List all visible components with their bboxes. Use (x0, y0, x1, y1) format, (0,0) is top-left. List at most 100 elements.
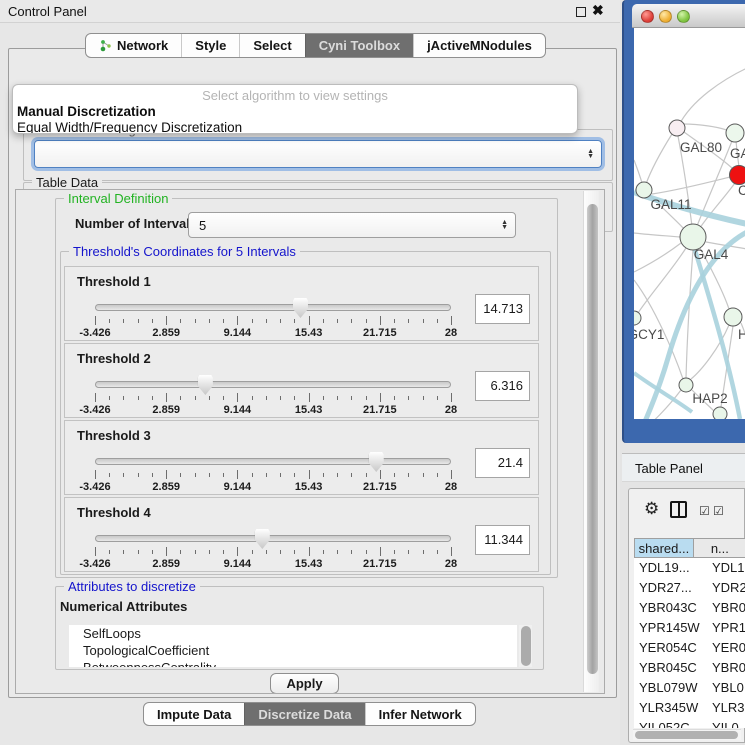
threshold-slider-1[interactable]: -3.4262.8599.14415.4321.71528 (95, 300, 451, 340)
mac-close-icon[interactable] (641, 10, 654, 23)
slider-ticks (95, 470, 451, 479)
table-hscrollbar-thumb[interactable] (635, 731, 738, 739)
tick-mark (223, 550, 224, 554)
edge[interactable] (652, 177, 730, 194)
edge[interactable] (679, 68, 745, 125)
graph-node[interactable] (634, 311, 641, 325)
tab-discretize-data[interactable]: Discretize Data (244, 703, 364, 725)
edge[interactable] (686, 250, 693, 378)
threshold-slider-3[interactable]: -3.4262.8599.14415.4321.71528 (95, 454, 451, 494)
threshold-value-field[interactable]: 11.344 (475, 525, 530, 555)
tick-mark (408, 319, 409, 323)
mac-zoom-icon[interactable] (677, 10, 690, 23)
table-row[interactable]: YBL079WYBL0 (634, 678, 745, 698)
slider-track[interactable] (95, 304, 451, 311)
tick-mark (237, 393, 238, 402)
edge[interactable] (634, 233, 680, 237)
threshold-slider-4[interactable]: -3.4262.8599.14415.4321.71528 (95, 531, 451, 571)
network-window-titlebar[interactable] (632, 4, 745, 28)
attribute-item-topologicalcoefficient[interactable]: TopologicalCoefficient (69, 642, 517, 659)
settings-scrollbar[interactable] (583, 191, 599, 692)
table-row[interactable]: YBR043CYBR0 (634, 598, 745, 618)
graph-node[interactable] (724, 308, 742, 326)
slider-thumb[interactable] (369, 452, 384, 472)
graph-node[interactable] (636, 182, 652, 198)
numerical-attributes-list[interactable]: SelfLoopsTopologicalCoefficientBetweenne… (69, 625, 517, 667)
slider-track[interactable] (95, 535, 451, 542)
table-hscrollbar[interactable] (633, 729, 741, 740)
settings-scrollbar-thumb[interactable] (587, 204, 598, 674)
number-of-intervals-select[interactable]: 5 ▲▼ (188, 212, 516, 238)
tab-jactivemnodules[interactable]: jActiveMNodules (413, 34, 545, 57)
threshold-slider-2[interactable]: -3.4262.8599.14415.4321.71528 (95, 377, 451, 417)
table-row[interactable]: YDL19...YDL1 (634, 558, 745, 578)
edge[interactable] (634, 243, 681, 272)
tick-label: 21.715 (363, 558, 397, 570)
table-row[interactable]: YER054CYER0 (634, 638, 745, 658)
tick-mark (138, 550, 139, 554)
graph-node[interactable] (726, 124, 744, 142)
tab-network[interactable]: Network (86, 34, 181, 57)
tick-mark (309, 393, 310, 402)
algorithm-option-equal-width-frequency-discretization[interactable]: Equal Width/Frequency Discretization (17, 120, 242, 134)
graph-node[interactable] (730, 166, 745, 185)
table-panel-title: Table Panel (635, 461, 703, 476)
tab-cyni-toolbox[interactable]: Cyni Toolbox (305, 34, 413, 57)
slider-thumb[interactable] (293, 298, 308, 318)
tab-infer-network[interactable]: Infer Network (365, 703, 475, 725)
edge[interactable] (646, 134, 672, 184)
tick-mark (437, 396, 438, 400)
tick-mark (423, 473, 424, 477)
mac-minimize-icon[interactable] (659, 10, 672, 23)
split-pane-icon[interactable] (670, 501, 687, 518)
combo-arrows-icon: ▲▼ (501, 220, 508, 230)
table-row[interactable]: YBR045CYBR0 (634, 658, 745, 678)
column-header-2[interactable]: n... (694, 538, 745, 558)
table-row[interactable]: YIL052CYIL0 (634, 718, 745, 728)
table-row[interactable]: YDR27...YDR2 (634, 578, 745, 598)
tick-label: 15.43 (295, 404, 323, 416)
edge[interactable] (683, 124, 729, 131)
graph-node[interactable] (669, 120, 685, 136)
tick-mark (280, 473, 281, 477)
algorithm-option-manual-discretization[interactable]: Manual Discretization (17, 104, 156, 119)
apply-button[interactable]: Apply (270, 673, 339, 694)
tab-impute-data[interactable]: Impute Data (144, 703, 244, 725)
slider-thumb[interactable] (255, 529, 270, 549)
algorithm-select[interactable]: ▲▼ (34, 140, 602, 168)
graph-node[interactable] (679, 378, 693, 392)
tick-mark (337, 396, 338, 400)
slider-tick-labels: -3.4262.8599.14415.4321.71528 (95, 481, 451, 493)
checked-checkbox-icon[interactable]: ☑ (699, 504, 710, 518)
graph-node[interactable] (713, 407, 727, 419)
threshold-value-field[interactable]: 21.4 (475, 448, 530, 478)
tab-label: jActiveMNodules (427, 38, 532, 53)
threshold-value-field[interactable]: 14.713 (475, 294, 530, 324)
attributes-scrollbar[interactable] (519, 625, 532, 667)
tab-select[interactable]: Select (239, 34, 304, 57)
attribute-item-selfloops[interactable]: SelfLoops (69, 625, 517, 642)
algorithm-dropdown-popup: Select algorithm to view settings Manual… (12, 84, 578, 134)
slider-track[interactable] (95, 381, 451, 388)
tick-mark (380, 470, 381, 479)
tick-mark (366, 319, 367, 323)
table-row[interactable]: YPR145WYPR1 (634, 618, 745, 638)
table-cell: YBR0 (707, 598, 745, 618)
checked-checkbox-icon[interactable]: ☑ (713, 504, 724, 518)
slider-track[interactable] (95, 458, 451, 465)
close-icon[interactable]: ✖ (592, 2, 604, 19)
number-of-intervals-value: 5 (199, 218, 206, 233)
gear-icon[interactable]: ⚙ (644, 499, 659, 519)
table-row[interactable]: YLR345WYLR3 (634, 698, 745, 718)
threshold-value-field[interactable]: 6.316 (475, 371, 530, 401)
slider-thumb[interactable] (198, 375, 213, 395)
column-header-1[interactable]: shared... (634, 538, 694, 558)
edge[interactable] (638, 248, 686, 313)
network-canvas[interactable]: GAL80GACGAL11GAL4GCY1HHAP2 (634, 28, 745, 419)
attributes-scrollbar-thumb[interactable] (521, 626, 531, 666)
tick-mark (180, 396, 181, 400)
attribute-item-betweennesscentrality[interactable]: BetweennessCentrality (69, 659, 517, 667)
table-cell: YDR2 (707, 578, 745, 598)
float-window-icon[interactable] (576, 7, 586, 17)
tab-style[interactable]: Style (181, 34, 239, 57)
